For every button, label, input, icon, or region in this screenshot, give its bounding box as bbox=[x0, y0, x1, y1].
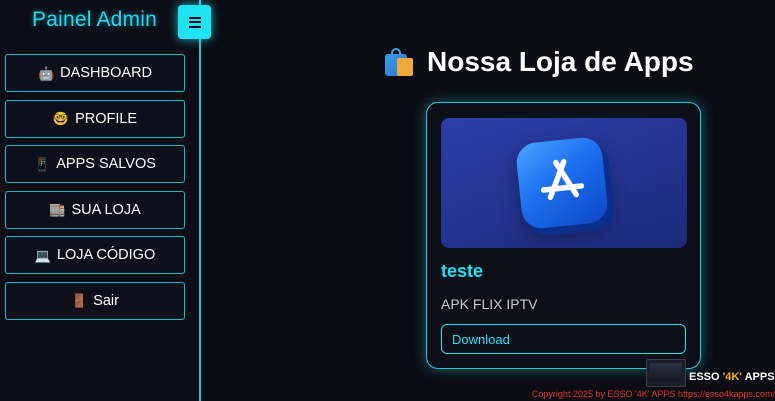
sidebar-item-sua-loja[interactable]: 🏬 SUA LOJA bbox=[5, 190, 185, 229]
sidebar-item-apps-salvos[interactable]: 📱 APPS SALVOS bbox=[5, 145, 185, 183]
sidebar-item-loja-codigo[interactable]: 💻 LOJA CÓDIGO bbox=[5, 236, 185, 274]
menu-toggle-button[interactable] bbox=[178, 5, 211, 39]
monitor-icon bbox=[646, 359, 686, 387]
sidebar-item-label: LOJA CÓDIGO bbox=[56, 247, 156, 263]
page-title: Nossa Loja de Apps bbox=[427, 46, 694, 77]
hamburger-icon bbox=[188, 16, 201, 28]
app-card: teste APK FLIX IPTV Download bbox=[426, 102, 701, 369]
nerd-face-icon: 🤓 bbox=[52, 111, 70, 126]
app-title: teste bbox=[441, 261, 484, 281]
sidebar-item-label: APPS SALVOS bbox=[56, 156, 156, 172]
sidebar-item-sair[interactable]: 🚪 Sair bbox=[5, 281, 185, 320]
page-header: Nossa Loja de Apps bbox=[383, 46, 694, 78]
door-icon: 🚪 bbox=[71, 293, 88, 308]
sidebar-item-label: DASHBOARD bbox=[60, 65, 153, 81]
app-subtitle: APK FLIX IPTV bbox=[441, 296, 538, 312]
brand-title: Painel Admin bbox=[32, 8, 157, 31]
robot-icon: 🤖 bbox=[37, 65, 55, 81]
sidebar-item-label: PROFILE bbox=[75, 110, 138, 127]
app-image bbox=[441, 118, 687, 248]
store-icon: 🏬 bbox=[49, 202, 66, 217]
sidebar-item-label: Sair bbox=[93, 292, 119, 309]
brand-logo: ESSO '4K' APPS bbox=[646, 357, 775, 389]
logo-text: ESSO '4K' APPS bbox=[689, 371, 775, 383]
sidebar-item-dashboard[interactable]: 🤖 DASHBOARD bbox=[5, 54, 185, 92]
copyright-footer: Copyright 2025 by ESSO '4K' APPS https:/… bbox=[531, 389, 775, 399]
sidebar-item-profile[interactable]: 🤓 PROFILE bbox=[5, 99, 185, 138]
phone-icon: 📱 bbox=[34, 156, 51, 172]
laptop-icon: 💻 bbox=[34, 247, 51, 263]
sidebar: Painel Admin 🤖 DASHBOARD 🤓 PROFILE 📱 APP… bbox=[0, 0, 201, 401]
app-store-icon bbox=[514, 135, 610, 231]
sidebar-item-label: SUA LOJA bbox=[71, 201, 141, 218]
download-button[interactable]: Download bbox=[441, 324, 686, 354]
sidebar-nav: 🤖 DASHBOARD 🤓 PROFILE 📱 APPS SALVOS 🏬 SU… bbox=[5, 54, 185, 327]
shopping-bags-icon bbox=[383, 46, 415, 78]
